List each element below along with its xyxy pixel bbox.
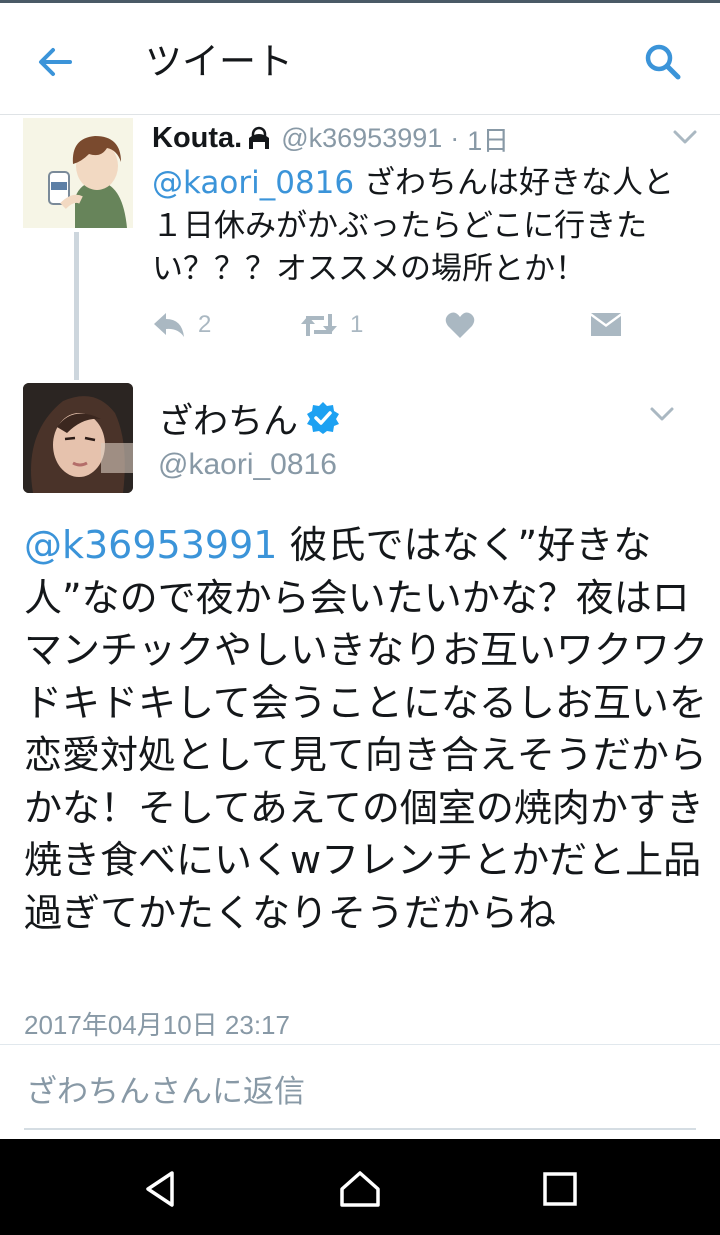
envelope-icon [591,313,621,336]
app-bar: ツイート [0,3,720,115]
avatar[interactable] [23,118,133,228]
avatar[interactable] [23,383,133,493]
separator-dot: · [450,122,460,153]
reply-input[interactable]: ざわちんさんに返信 [26,1070,305,1114]
home-icon [340,1171,380,1207]
tweet-body: 彼氏ではなく”好きな人”なので夜から会いたいかな？夜はロマンチックやしいきなりお… [24,523,709,935]
back-triangle-icon [146,1171,174,1207]
reply-icon [154,313,184,337]
search-button[interactable] [638,37,688,87]
avatar-photo [23,383,133,493]
thread-connector-line [74,232,79,380]
tweet-age: 1日 [467,125,510,156]
heart-icon [445,312,475,338]
back-arrow-icon [39,48,72,76]
search-icon [645,44,681,80]
chevron-down-icon[interactable] [670,122,700,152]
reply-count: 2 [198,311,212,338]
parent-tweet-header: Kouta. @k36953991 · 1日 [152,118,509,158]
retweet-count: 1 [350,311,364,338]
system-nav-bar [0,1139,720,1235]
user-handle[interactable]: @k36953991 [281,123,442,154]
user-name[interactable]: Kouta. [152,122,242,155]
reply-button[interactable]: 2 [152,305,211,345]
retweet-icon [301,314,337,336]
nav-recents-button[interactable] [538,1167,582,1211]
mention-link[interactable]: @kaori_0816 [152,165,354,201]
like-button[interactable] [445,305,475,345]
avatar-illustration [23,118,133,228]
user-name[interactable]: ざわちん [158,393,298,444]
verified-badge-icon [307,402,340,434]
direct-message-button[interactable] [590,305,622,345]
divider [0,1044,720,1045]
user-handle[interactable]: @kaori_0816 [158,445,337,485]
reply-input-underline [24,1128,696,1130]
tweet-timestamp: 2017年04月10日 23:17 [24,1010,290,1040]
nav-home-button[interactable] [338,1167,382,1211]
parent-tweet-text: @kaori_0816 ざわちんは好きな人と１日休みがかぶったらどこに行きたい？… [152,162,692,291]
lock-icon [249,126,270,149]
recents-square-icon [543,1172,577,1206]
main-tweet-header: ざわちん [158,393,340,443]
main-tweet-text: @k36953991 彼氏ではなく”好きな人”なので夜から会いたいかな？夜はロマ… [24,519,709,939]
nav-back-button[interactable] [138,1167,182,1211]
page-title: ツイート [145,40,293,83]
retweet-button[interactable]: 1 [300,305,363,345]
chevron-down-icon[interactable] [646,398,678,430]
back-button[interactable] [30,37,80,87]
mention-link[interactable]: @k36953991 [24,523,277,567]
tweet-actions: 2 1 [152,305,672,345]
